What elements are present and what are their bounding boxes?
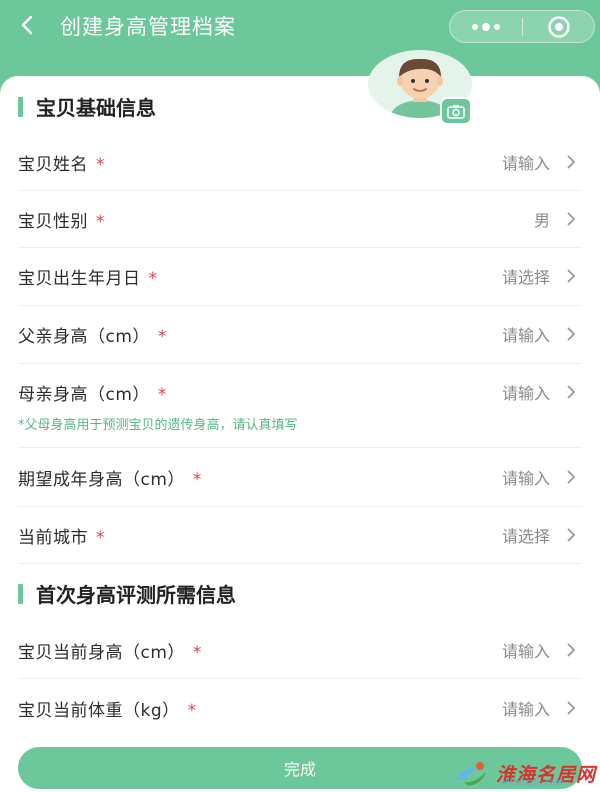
section-title-basic-info: 宝贝基础信息	[18, 92, 156, 121]
more-dots-icon	[472, 22, 500, 31]
row-baby-birthday[interactable]: 宝贝出生年月日 * 请选择	[0, 260, 600, 292]
back-button[interactable]	[10, 8, 44, 42]
row-current-weight[interactable]: 宝贝当前体重（kg） * 请输入	[0, 692, 600, 724]
more-button[interactable]	[450, 11, 522, 42]
chevron-right-icon	[567, 212, 576, 226]
chevron-right-icon	[567, 327, 576, 341]
page-title: 创建身高管理档案	[60, 15, 236, 39]
row-baby-gender[interactable]: 宝贝性别 * 男	[0, 203, 600, 235]
row-baby-name[interactable]: 宝贝姓名 * 请输入	[0, 146, 600, 178]
chevron-right-icon	[567, 528, 576, 542]
label-text: 宝贝姓名	[18, 154, 88, 175]
row-value: 请输入	[501, 700, 550, 719]
row-label: 父亲身高（cm） *	[18, 322, 167, 347]
row-label: 宝贝性别 *	[18, 207, 105, 232]
chevron-right-icon	[567, 470, 576, 484]
label-text: 母亲身高（cm）	[18, 384, 150, 405]
row-father-height[interactable]: 父亲身高（cm） * 请输入	[0, 318, 600, 350]
chevron-right-icon	[567, 385, 576, 399]
row-current-city[interactable]: 当前城市 * 请选择	[0, 519, 600, 551]
row-label: 宝贝出生年月日 *	[18, 264, 158, 289]
divider	[18, 363, 582, 364]
required-marker: *	[157, 326, 167, 347]
row-label: 当前城市 *	[18, 523, 105, 548]
required-marker: *	[192, 469, 202, 490]
required-marker: *	[148, 268, 158, 289]
row-label: 期望成年身高（cm） *	[18, 465, 202, 490]
label-text: 宝贝性别	[18, 211, 88, 232]
required-marker: *	[192, 642, 202, 663]
divider	[18, 305, 582, 306]
chevron-right-icon	[567, 643, 576, 657]
required-marker: *	[157, 384, 167, 405]
row-label: 母亲身高（cm） *	[18, 380, 167, 405]
label-text: 宝贝当前体重（kg）	[18, 700, 180, 721]
row-expected-adult-height[interactable]: 期望成年身高（cm） * 请输入	[0, 461, 600, 493]
label-text: 期望成年身高（cm）	[18, 469, 185, 490]
chevron-right-icon	[567, 701, 576, 715]
section-title-first-assessment: 首次身高评测所需信息	[18, 579, 236, 608]
divider	[18, 247, 582, 248]
section-title-text: 宝贝基础信息	[36, 96, 156, 120]
divider	[18, 506, 582, 507]
chevron-left-icon	[21, 15, 33, 35]
parent-height-hint: *父母身高用于预测宝贝的遗传身高，请认真填写	[18, 418, 298, 433]
row-value: 请输入	[501, 384, 550, 403]
row-value: 请输入	[501, 642, 550, 661]
row-label: 宝贝当前体重（kg） *	[18, 696, 197, 721]
row-value: 男	[533, 211, 550, 230]
row-value: 请选择	[501, 268, 550, 287]
row-value: 请输入	[501, 469, 550, 488]
divider	[18, 447, 582, 448]
section-title-text: 首次身高评测所需信息	[36, 583, 236, 607]
site-logo-icon	[456, 762, 486, 786]
label-text: 父亲身高（cm）	[18, 326, 150, 347]
divider	[18, 678, 582, 679]
required-marker: *	[96, 527, 105, 548]
chevron-right-icon	[567, 155, 576, 169]
row-mother-height[interactable]: 母亲身高（cm） * 请输入	[0, 376, 600, 408]
row-label: 宝贝姓名 *	[18, 150, 105, 175]
label-text: 宝贝出生年月日	[18, 268, 141, 289]
required-marker: *	[96, 211, 105, 232]
form-card	[0, 76, 600, 792]
nav-bar: 创建身高管理档案	[0, 0, 600, 84]
row-current-height[interactable]: 宝贝当前身高（cm） * 请输入	[0, 634, 600, 666]
label-text: 宝贝当前身高（cm）	[18, 642, 185, 663]
section-accent-bar	[18, 96, 23, 117]
row-value: 请选择	[501, 527, 550, 546]
target-close-icon	[547, 15, 570, 38]
chevron-right-icon	[567, 269, 576, 283]
camera-button[interactable]	[440, 97, 472, 125]
section-accent-bar	[18, 583, 23, 604]
mini-program-capsule	[449, 10, 595, 43]
required-marker: *	[187, 700, 197, 721]
camera-icon	[447, 104, 465, 119]
watermark-url: www.xzjk.com	[500, 778, 564, 788]
label-text: 当前城市	[18, 527, 88, 548]
divider	[18, 563, 582, 564]
divider	[18, 190, 582, 191]
row-value: 请输入	[501, 326, 550, 345]
row-value: 请输入	[501, 154, 550, 173]
close-button[interactable]	[523, 11, 594, 42]
row-label: 宝贝当前身高（cm） *	[18, 638, 202, 663]
site-watermark: 淮海名居网 www.xzjk.com	[452, 756, 600, 790]
required-marker: *	[96, 154, 105, 175]
